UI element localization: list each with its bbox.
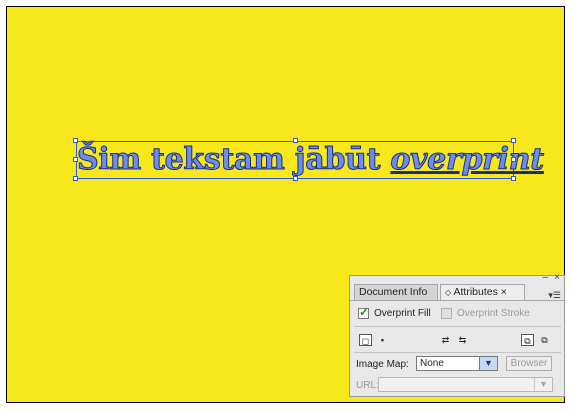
image-map-label: Image Map: <box>356 359 409 370</box>
selection-handle-middle-right[interactable] <box>511 157 516 162</box>
selected-text-object[interactable]: Šim tekstam jābūt overprint <box>73 138 545 181</box>
selection-handle-top-left[interactable] <box>73 138 78 143</box>
overprint-fill-checkbox[interactable]: ✓ <box>358 305 370 319</box>
browser-button[interactable]: Browser <box>506 356 552 371</box>
panel-divider <box>354 352 561 353</box>
artwork-text: Šim tekstam jābūt overprint <box>76 141 545 179</box>
selection-handle-top-center[interactable] <box>293 138 298 143</box>
reverse-path-direction-off-icon[interactable]: ⇄ <box>439 334 452 346</box>
selection-handle-top-right[interactable] <box>511 138 516 143</box>
attributes-tab-icon: ◇ <box>445 288 452 297</box>
image-map-select[interactable]: None ▼ <box>416 356 498 371</box>
panel-divider <box>354 326 561 327</box>
artwork-text-normal: Šim tekstam jābūt <box>76 142 391 178</box>
tab-document-info[interactable]: Document Info <box>354 284 438 300</box>
tab-close-icon[interactable]: × <box>501 286 507 298</box>
artwork-text-overprint: overprint <box>390 142 545 178</box>
selection-handle-middle-left[interactable] <box>73 157 78 162</box>
selection-handle-bottom-right[interactable] <box>511 176 516 181</box>
selection-handle-bottom-left[interactable] <box>73 176 78 181</box>
tab-attributes[interactable]: ◇ Attributes × <box>440 284 525 300</box>
overprint-stroke-checkbox <box>441 308 452 319</box>
panel-close-button[interactable]: × <box>554 272 560 283</box>
overprint-stroke-label: Overprint Stroke <box>457 308 530 319</box>
overprint-fill-label: Overprint Fill <box>374 308 431 319</box>
chevron-down-icon[interactable]: ▼ <box>534 378 552 391</box>
tab-document-info-label: Document Info <box>359 286 428 298</box>
tab-attributes-label: Attributes <box>453 286 498 298</box>
even-odd-rule-icon[interactable]: ⧉ <box>538 334 551 346</box>
panel-minimize-button[interactable]: ‒ <box>542 272 548 283</box>
artboard: Šim tekstam jābūt overprint ‒ × Document… <box>6 6 565 403</box>
chevron-down-icon[interactable]: ▼ <box>479 357 497 370</box>
checkmark-icon: ✓ <box>359 305 370 319</box>
url-field[interactable]: ▼ <box>378 377 553 392</box>
hide-center-icon[interactable]: ▪ <box>376 334 389 346</box>
show-center-icon[interactable]: ◻ <box>359 334 372 346</box>
nonzero-winding-rule-icon[interactable]: ⧉ <box>521 334 534 346</box>
reverse-path-direction-on-icon[interactable]: ⇆ <box>456 334 469 346</box>
tab-divider <box>350 300 564 301</box>
selection-handle-bottom-center[interactable] <box>293 176 298 181</box>
attributes-panel: ‒ × Document Info ◇ Attributes × ▾☰ ✓ Ov… <box>349 272 565 397</box>
image-map-value: None <box>420 358 444 369</box>
panel-title-bar[interactable]: ‒ × <box>350 272 564 283</box>
url-label: URL: <box>356 380 379 391</box>
